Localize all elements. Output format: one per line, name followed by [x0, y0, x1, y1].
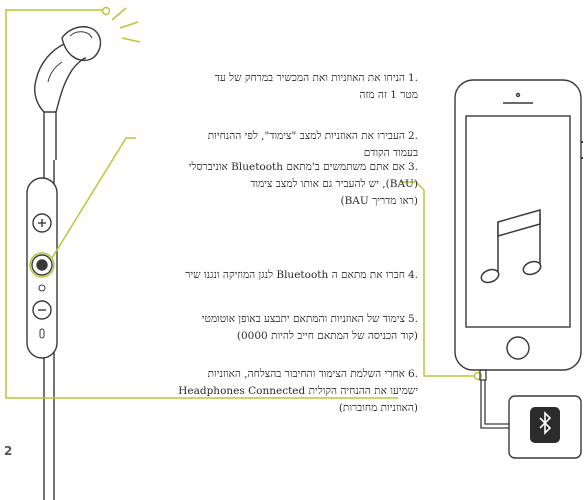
step-text: חברו את מתאם ה Bluetooth לנגן המוזיקה ונ… [185, 269, 405, 281]
step-text: (קוד הכניסה של המתאם חייב להיות 0000) [236, 330, 418, 342]
step-number: .6 [407, 368, 418, 380]
step-6: .6אחרי השלמת הצימוד והחיבור בהצלחה, האוז… [100, 366, 418, 417]
step-4: .4חברו את מתאם ה Bluetooth לנגן המוזיקה … [132, 267, 418, 284]
step-number: .5 [407, 313, 418, 325]
step-text: (האוזניות מחוברות) [338, 402, 418, 414]
step-text: ישמיעו את ההנחיה הקולית Headphones Conne… [178, 385, 418, 397]
step-number: .1 [407, 72, 418, 84]
step-text: אחרי השלמת הצימוד והחיבור בהצלחה, האוזני… [207, 368, 405, 380]
step-3: .3אם אתם משתמשים ב'מתאם Bluetooth אוניבר… [132, 159, 418, 210]
step-1: .1הניחו את האוזניות ואת המכשיר במרחק של … [200, 70, 418, 104]
step-text: העבירו את האוזניות למצב "צימוד", לפי ההנ… [207, 130, 405, 142]
step-text: מטר 1 זה מזה [359, 89, 418, 101]
sound-glow-icon [111, 7, 141, 43]
step-text: אם אתם משתמשים ב'מתאם Bluetooth אוניברסל… [188, 161, 405, 173]
step-text: (BAU), יש להעביר גם אותו למצב צימוד [250, 178, 418, 190]
step-text: (ראו מדריך BAU) [340, 195, 418, 207]
step-number: .4 [407, 269, 418, 281]
step-text: הניחו את האוזניות ואת המכשיר במרחק של עד [214, 72, 405, 84]
page-number: 2 [4, 444, 13, 458]
step-2: .2העבירו את האוזניות למצב "צימוד", לפי ה… [148, 128, 418, 162]
step-text: צימוד של האוזניות והמתאם יתבצע באופן אוט… [201, 313, 405, 325]
step-5: .5צימוד של האוזניות והמתאם יתבצע באופן א… [132, 311, 418, 345]
bluetooth-adapter-icon [508, 395, 582, 459]
remote-control-icon [26, 177, 58, 359]
step-number: .2 [407, 130, 418, 142]
step-number: .3 [407, 161, 418, 173]
